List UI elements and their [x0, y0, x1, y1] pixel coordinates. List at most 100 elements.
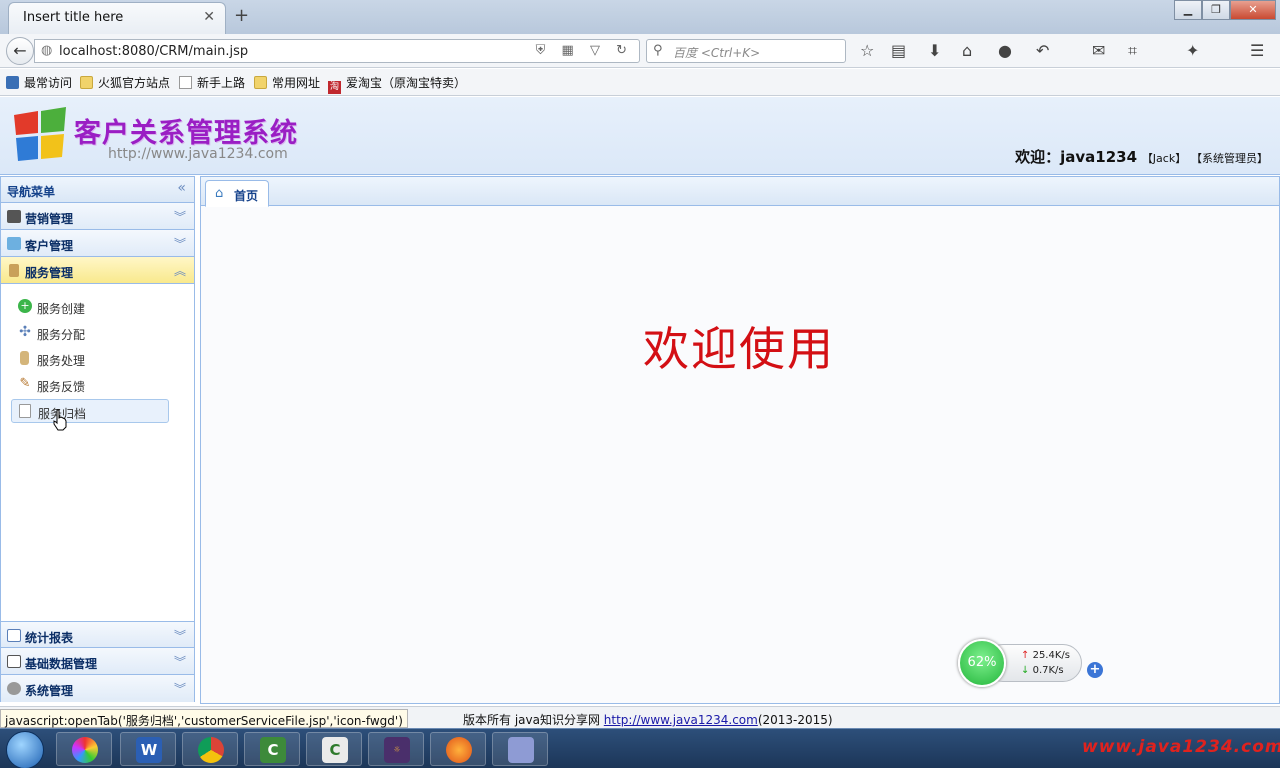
- browser-tabbar: Insert title here ✕ + ▁ ❐ ✕: [0, 0, 1280, 34]
- home-tab-label: 首页: [234, 189, 259, 203]
- url-bar[interactable]: ◍ localhost:8080/CRM/main.jsp ⛨ ▦ ▽ ↻: [34, 39, 640, 63]
- upload-arrow-icon: ↑: [1021, 650, 1030, 661]
- menu-item-service-assign[interactable]: ✣ 服务分配: [11, 321, 169, 345]
- taskbar-app-word[interactable]: W: [120, 732, 176, 766]
- welcome-prefix: 欢迎：java1234: [1015, 148, 1138, 166]
- minimize-window-icon[interactable]: ▁: [1174, 0, 1202, 20]
- copyright-link[interactable]: http://www.java1234.com: [604, 713, 758, 727]
- status-bar: javascript:openTab('服务归档','customerServi…: [0, 706, 1280, 728]
- section-label: 服务管理: [25, 266, 74, 280]
- close-window-icon[interactable]: ✕: [1230, 0, 1276, 20]
- menu-item-service-archive[interactable]: 服务归档: [11, 399, 169, 423]
- chevron-down-icon: ︾: [173, 629, 186, 643]
- chevron-down-icon: ︾: [173, 210, 186, 224]
- hand-cursor-icon: [53, 409, 67, 431]
- section-system[interactable]: 系统管理 ︾: [1, 675, 194, 702]
- nav-sidebar: 导航菜单 « 营销管理 ︾ 客户管理 ︾ 服务管理 ︽ + 服务创建 ✣ 服务分…: [0, 176, 195, 702]
- taskbar-app-eclipse[interactable]: ☼: [368, 732, 424, 766]
- taskbar-app-other[interactable]: [492, 732, 548, 766]
- chat-icon[interactable]: ●: [998, 41, 1012, 60]
- search-placeholder[interactable]: 百度 <Ctrl+K>: [673, 44, 760, 61]
- undo-icon[interactable]: ↶: [1036, 41, 1049, 60]
- bookmarks-toolbar: 最常访问 火狐官方站点 新手上路 常用网址 淘爱淘宝（原淘宝特卖）: [0, 69, 1280, 96]
- collapse-sidebar-icon[interactable]: «: [177, 180, 186, 196]
- section-label: 基础数据管理: [25, 657, 98, 671]
- menu-item-label: 服务处理: [37, 354, 86, 368]
- bookmark-firefox-site[interactable]: 火狐官方站点: [80, 74, 170, 91]
- url-action-icons[interactable]: ⛨ ▦ ▽ ↻: [536, 43, 633, 58]
- content-tabstrip: ⌂ 首页: [201, 177, 1279, 207]
- search-box[interactable]: ⚲ 百度 <Ctrl+K>: [646, 39, 846, 63]
- close-tab-icon[interactable]: ✕: [203, 9, 215, 25]
- windows-start-icon[interactable]: [6, 731, 44, 768]
- browser-tab[interactable]: Insert title here ✕: [8, 2, 226, 34]
- section-label: 系统管理: [25, 684, 74, 698]
- taskbar-app-firefox[interactable]: [430, 732, 486, 766]
- taobao-icon: 淘: [328, 81, 341, 94]
- section-marketing[interactable]: 营销管理 ︾: [1, 203, 194, 230]
- taskbar-app-chrome[interactable]: [182, 732, 238, 766]
- chevron-down-icon: ︾: [173, 655, 186, 669]
- section-customer[interactable]: 客户管理 ︾: [1, 230, 194, 257]
- section-service[interactable]: 服务管理 ︽: [1, 257, 194, 284]
- search-icon: ⚲: [653, 43, 663, 58]
- widget-plus-icon[interactable]: +: [1087, 662, 1103, 678]
- welcome-user: 欢迎：java1234 【Jack】 【系统管理员】: [1015, 146, 1268, 167]
- chevron-down-icon: ︾: [173, 237, 186, 251]
- folder-icon: [80, 76, 93, 89]
- menu-item-service-process[interactable]: 服务处理: [11, 347, 169, 371]
- reading-list-icon[interactable]: ▤: [891, 41, 906, 60]
- bookmark-most-visited[interactable]: 最常访问: [6, 74, 72, 91]
- bookmark-common-sites[interactable]: 常用网址: [254, 74, 320, 91]
- user-role: 【系统管理员】: [1191, 152, 1268, 165]
- bookmark-taobao[interactable]: 淘爱淘宝（原淘宝特卖）: [328, 74, 466, 94]
- eclipse-ide-icon: ☼: [384, 737, 410, 763]
- download-icon[interactable]: ⬇: [928, 41, 941, 60]
- folder-icon: [254, 76, 267, 89]
- browser-navbar: ← ◍ localhost:8080/CRM/main.jsp ⛨ ▦ ▽ ↻ …: [0, 34, 1280, 68]
- extension-icon[interactable]: ✦: [1186, 41, 1199, 60]
- app-icon: [508, 737, 534, 763]
- taskbar-app-picasa[interactable]: [56, 732, 112, 766]
- sidebar-title: 导航菜单: [7, 185, 56, 199]
- new-tab-icon[interactable]: +: [234, 5, 249, 26]
- firefox-icon: [446, 737, 472, 763]
- section-basic-data[interactable]: 基础数据管理 ︾: [1, 648, 194, 675]
- back-arrow-icon[interactable]: ←: [6, 37, 34, 65]
- menu-item-service-create[interactable]: + 服务创建: [11, 295, 169, 319]
- link-preview: javascript:openTab('服务归档','customerServi…: [0, 709, 408, 728]
- bookmark-star-icon[interactable]: ☆: [860, 41, 874, 60]
- download-arrow-icon: ↓: [1021, 665, 1030, 676]
- main-panel: ⌂ 首页 欢迎使用: [200, 176, 1280, 704]
- menu-item-label: 服务创建: [37, 302, 86, 316]
- section-label: 营销管理: [25, 212, 74, 226]
- crop-icon[interactable]: ⌗: [1128, 41, 1137, 61]
- site-watermark: www.java1234.com: [1082, 737, 1280, 757]
- network-speed-widget[interactable]: ↑ 25.4K/s ↓ 0.7K/s + 62%: [958, 638, 1103, 688]
- tab-home[interactable]: ⌂ 首页: [205, 180, 269, 207]
- report-icon: [7, 629, 21, 642]
- service-feedback-icon: ✎: [19, 376, 31, 391]
- section-label: 客户管理: [25, 239, 74, 253]
- service-archive-icon: [19, 404, 31, 418]
- basic-data-icon: [7, 655, 21, 668]
- page-icon: [179, 76, 192, 89]
- globe-icon: ◍: [41, 43, 53, 58]
- marketing-icon: [7, 210, 21, 223]
- home-icon[interactable]: ⌂: [962, 41, 972, 60]
- section-label: 统计报表: [25, 631, 74, 645]
- user-name: 【Jack】: [1141, 152, 1187, 165]
- url-text[interactable]: localhost:8080/CRM/main.jsp: [59, 44, 248, 59]
- menu-item-label: 服务分配: [37, 328, 86, 342]
- taskbar-app-camtasia[interactable]: C: [244, 732, 300, 766]
- maximize-window-icon[interactable]: ❐: [1202, 0, 1230, 20]
- message-icon[interactable]: ✉: [1092, 41, 1105, 60]
- chrome-icon: [198, 737, 224, 763]
- taskbar-app-camtasia-2[interactable]: C: [306, 732, 362, 766]
- word-icon: W: [136, 737, 162, 763]
- menu-icon[interactable]: ☰: [1250, 41, 1264, 60]
- section-reports[interactable]: 统计报表 ︾: [1, 621, 194, 648]
- memory-percent[interactable]: 62%: [958, 639, 1006, 687]
- bookmark-getting-started[interactable]: 新手上路: [179, 74, 245, 91]
- menu-item-service-feedback[interactable]: ✎ 服务反馈: [11, 373, 169, 397]
